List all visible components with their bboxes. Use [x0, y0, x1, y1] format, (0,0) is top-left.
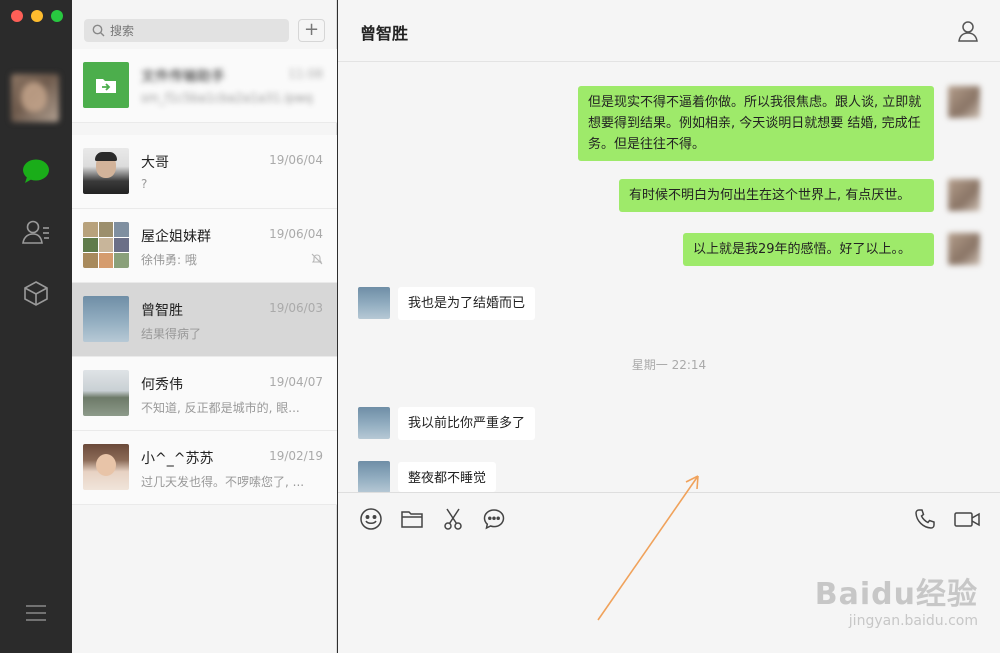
watermark-url: jingyan.baidu.com: [848, 613, 978, 629]
watermark: Baidu经验 jingyan.baidu.com: [815, 569, 978, 629]
watermark-brand: Baidu经验: [814, 577, 978, 612]
annotation-arrow: [597, 475, 699, 621]
